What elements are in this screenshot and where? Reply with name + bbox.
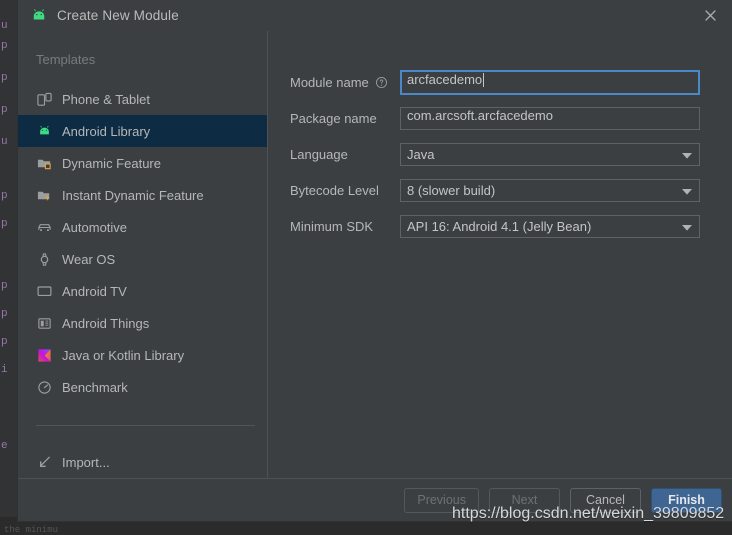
bg-code-glyph: p [1,40,8,52]
bg-code-glyph: p [1,336,8,348]
editor-gutter: u p p p u p p p p p i e [0,0,19,535]
form-row-package-name: Package name com.arcsoft.arcfacedemo [290,106,720,130]
dialog-title: Create New Module [57,8,179,23]
close-icon [704,10,716,21]
finish-button[interactable]: Finish [651,487,722,513]
create-new-module-dialog: Create New Module Templates Phone & Tabl… [18,0,732,521]
folder-lightning-icon [36,187,52,203]
phone-tablet-icon [36,91,52,107]
package-name-value: com.arcsoft.arcfacedemo [407,107,553,123]
form-row-bytecode-level: Bytecode Level 8 (slower build) [290,178,720,202]
module-name-value: arcfacedemo [407,71,483,87]
sidebar-item-label: Wear OS [62,251,116,267]
bg-code-glyph: p [1,308,8,320]
sidebar-item-label: Android Library [62,123,151,139]
sidebar-item-label: Android Things [62,315,150,331]
sidebar-item-wear-os[interactable]: Wear OS [18,243,267,275]
sidebar-item-import[interactable]: Import... [18,446,267,478]
sidebar-item-label: Java or Kotlin Library [62,347,185,363]
bg-code-glyph: e [1,440,8,452]
bg-code-glyph: p [1,190,8,202]
bg-code-glyph: i [1,364,8,376]
bg-code-glyph: u [1,20,8,32]
sidebar-item-label: Instant Dynamic Feature [62,187,204,203]
sidebar-item-label: Import... [62,454,110,470]
sidebar-item-label: Automotive [62,219,128,235]
cancel-button[interactable]: Cancel [570,487,641,513]
bg-status-text: the minimu [4,525,59,535]
bytecode-level-label: Bytecode Level [290,182,379,198]
dialog-titlebar: Create New Module [18,0,732,31]
module-name-input[interactable]: arcfacedemo [400,69,700,95]
module-name-label: Module name [290,74,369,90]
chevron-down-icon [682,152,692,159]
sidebar-item-dynamic-feature[interactable]: Dynamic Feature [18,147,267,179]
help-circle-icon[interactable] [375,76,388,89]
sidebar-item-label: Benchmark [62,379,128,395]
gauge-icon [36,379,52,395]
language-select[interactable]: Java [400,142,700,166]
sidebar-item-benchmark[interactable]: Benchmark [18,371,267,403]
android-robot-icon [33,8,45,19]
bg-code-glyph: p [1,104,8,116]
dialog-button-bar: Previous Next Cancel Finish [18,478,732,521]
sidebar-divider [36,425,255,426]
form-row-module-name: Module name arcfacedemo [290,69,720,95]
sidebar-item-java-or-kotlin-library[interactable]: Java or Kotlin Library [18,339,267,371]
sidebar-item-label: Phone & Tablet [62,91,150,107]
import-arrow-icon [36,454,52,470]
chevron-down-icon [682,224,692,231]
bg-code-glyph: p [1,218,8,230]
minimum-sdk-select[interactable]: API 16: Android 4.1 (Jelly Bean) [400,214,700,238]
templates-list: Phone & Tablet Android Library Dynamic F… [18,83,267,478]
templates-sidebar: Templates Phone & Tablet Android Library… [18,31,268,478]
minimum-sdk-label: Minimum SDK [290,218,374,234]
text-caret [483,72,485,87]
sidebar-item-automotive[interactable]: Automotive [18,211,267,243]
dialog-body: Templates Phone & Tablet Android Library… [18,31,732,478]
module-name-label-group: Module name [290,75,400,90]
language-value: Java [407,146,435,162]
previous-button[interactable]: Previous [404,487,479,513]
sidebar-item-instant-dynamic-feature[interactable]: Instant Dynamic Feature [18,179,267,211]
sidebar-item-label: Android TV [62,283,127,299]
sidebar-item-android-tv[interactable]: Android TV [18,275,267,307]
sidebar-item-phone-tablet[interactable]: Phone & Tablet [18,83,267,115]
sidebar-item-android-library[interactable]: Android Library [18,115,267,147]
bg-code-glyph: u [1,136,8,148]
module-form: Module name arcfacedemo Package name com… [268,31,732,478]
bytecode-level-value: 8 (slower build) [407,182,496,198]
next-button[interactable]: Next [489,487,560,513]
package-name-label: Package name [290,110,377,126]
package-name-input[interactable]: com.arcsoft.arcfacedemo [400,106,700,130]
car-icon [36,219,52,235]
kotlin-icon [36,347,52,363]
bg-code-glyph: p [1,72,8,84]
templates-header: Templates [36,52,96,67]
folder-module-icon [36,155,52,171]
bg-code-glyph: p [1,280,8,292]
minimum-sdk-value: API 16: Android 4.1 (Jelly Bean) [407,218,592,234]
chevron-down-icon [682,188,692,195]
language-label: Language [290,146,348,162]
sidebar-item-label: Dynamic Feature [62,155,161,171]
sidebar-item-android-things[interactable]: Android Things [18,307,267,339]
android-robot-icon [36,123,52,139]
bytecode-level-select[interactable]: 8 (slower build) [400,178,700,202]
form-row-minimum-sdk: Minimum SDK API 16: Android 4.1 (Jelly B… [290,214,720,238]
close-button[interactable] [688,0,732,31]
tv-icon [36,283,52,299]
watch-icon [36,251,52,267]
chip-icon [36,315,52,331]
form-row-language: Language Java [290,142,720,166]
